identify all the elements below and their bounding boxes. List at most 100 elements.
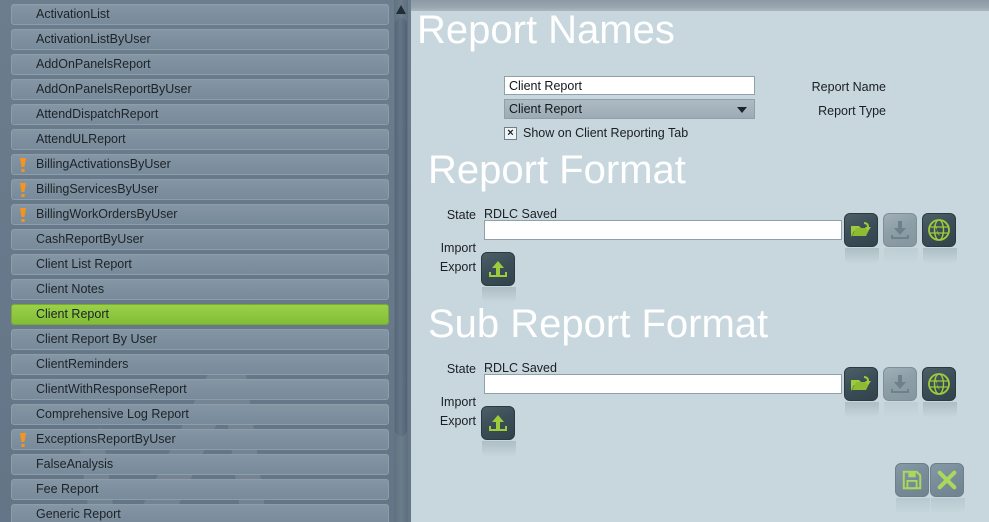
sub-report-format-state-value: RDLC Saved (484, 361, 557, 375)
show-on-client-tab-checkbox[interactable]: × Show on Client Reporting Tab (504, 126, 688, 140)
list-item[interactable]: Client Report (11, 304, 389, 325)
list-item[interactable]: Client Report By User (11, 329, 389, 350)
list-item-label: ActivationList (36, 7, 110, 21)
report-format-web-button[interactable] (922, 213, 957, 264)
triangle-up-icon[interactable] (395, 4, 407, 16)
icon-reflection (884, 248, 918, 264)
icon-reflection (923, 402, 957, 418)
list-item-label: Client List Report (36, 257, 132, 271)
icon-reflection (845, 248, 879, 264)
sub-report-format-title: Sub Report Format (428, 302, 769, 346)
attention-marker-icon (20, 158, 26, 172)
list-item[interactable]: ExceptionsReportByUser (11, 429, 389, 450)
attention-marker-icon (20, 183, 26, 197)
list-item[interactable]: CashReportByUser (11, 229, 389, 250)
list-item[interactable]: BillingActivationsByUser (11, 154, 389, 175)
list-item[interactable]: BillingServicesByUser (11, 179, 389, 200)
report-format-download-button[interactable] (883, 213, 918, 264)
sub-report-format-export-label: Export (439, 414, 476, 428)
icon-reflection (923, 248, 957, 264)
list-item-label: Client Report By User (36, 332, 157, 346)
report-type-value: Client Report (509, 102, 582, 116)
list-item-label: BillingActivationsByUser (36, 157, 171, 171)
checkbox-box: × (504, 126, 517, 140)
list-item[interactable]: Generic Report (11, 504, 389, 522)
floppy-disk-icon (902, 470, 922, 490)
report-format-import-label: Import (440, 241, 476, 255)
sub-report-format-web-button[interactable] (922, 367, 957, 418)
list-item[interactable]: Client List Report (11, 254, 389, 275)
close-x-icon (937, 470, 957, 490)
report-format-import-input[interactable] (484, 220, 842, 240)
list-item[interactable]: FalseAnalysis (11, 454, 389, 475)
save-button[interactable] (895, 463, 930, 514)
report-format-export-button[interactable] (481, 252, 516, 303)
list-item-label: Comprehensive Log Report (36, 407, 189, 421)
sub-report-format-export-button[interactable] (481, 406, 516, 457)
list-item-label: AddOnPanelsReportByUser (36, 82, 192, 96)
list-item-label: ClientReminders (36, 357, 129, 371)
list-item-label: AttendULReport (36, 132, 126, 146)
globe-icon (928, 373, 950, 395)
list-item[interactable]: AddOnPanelsReportByUser (11, 79, 389, 100)
icon-reflection (931, 498, 965, 514)
globe-icon (928, 219, 950, 241)
report-list-panel: ActivationList ActivationListByUser AddOnP… (0, 0, 411, 522)
report-format-state-label: State (446, 208, 476, 222)
icon-reflection (896, 498, 930, 514)
icon-reflection (845, 402, 879, 418)
scrollbar-thumb[interactable] (395, 18, 407, 436)
report-name-input[interactable] (504, 76, 755, 95)
list-item[interactable]: ClientWithResponseReport (11, 379, 389, 400)
list-item[interactable]: ClientReminders (11, 354, 389, 375)
list-item-label: ExceptionsReportByUser (36, 432, 176, 446)
sub-report-format-browse-button[interactable] (844, 367, 879, 418)
download-arrow-icon (891, 221, 909, 239)
icon-reflection (884, 402, 918, 418)
report-detail-panel: Report Names Report Name Report Type Cli… (411, 0, 989, 522)
list-item-label: Client Notes (36, 282, 105, 296)
list-item[interactable]: Comprehensive Log Report (11, 404, 389, 425)
sub-report-format-import-input[interactable] (484, 374, 842, 394)
list-item-label: ClientWithResponseReport (36, 382, 187, 396)
list-item-label: BillingServicesByUser (36, 182, 159, 196)
list-item[interactable]: Fee Report (11, 479, 389, 500)
list-item-label: BillingWorkOrdersByUser (36, 207, 178, 221)
upload-arrow-icon (489, 415, 507, 431)
report-name-label: Report Name (811, 80, 886, 94)
list-item[interactable]: Client Notes (11, 279, 389, 300)
list-item[interactable]: AttendDispatchReport (11, 104, 389, 125)
open-folder-icon (851, 376, 871, 391)
report-format-title: Report Format (428, 148, 686, 192)
list-item-label: FalseAnalysis (36, 457, 114, 471)
sub-report-format-state-label: State (446, 362, 476, 376)
chevron-down-icon (737, 107, 747, 113)
list-item-label: AddOnPanelsReport (36, 57, 151, 71)
report-names-title: Report Names (417, 8, 675, 52)
show-on-client-tab-label: Show on Client Reporting Tab (523, 126, 689, 140)
list-item[interactable]: ActivationListByUser (11, 29, 389, 50)
open-folder-icon (851, 222, 871, 237)
report-type-select[interactable]: Client Report (504, 99, 755, 119)
list-item[interactable]: ActivationList (11, 4, 389, 25)
list-item-label: ActivationListByUser (36, 32, 151, 46)
sub-report-format-download-button[interactable] (883, 367, 918, 418)
report-list-scrollbar[interactable] (394, 0, 408, 522)
attention-marker-icon (20, 208, 26, 222)
icon-reflection (482, 287, 516, 303)
list-item-label: Client Report (36, 307, 109, 321)
list-item-label: AttendDispatchReport (36, 107, 159, 121)
list-item-label: CashReportByUser (36, 232, 144, 246)
application-window: ActivationList ActivationListByUser AddOnP… (0, 0, 989, 522)
download-arrow-icon (891, 375, 909, 393)
list-item[interactable]: AttendULReport (11, 129, 389, 150)
report-format-state-value: RDLC Saved (484, 207, 557, 221)
report-type-label: Report Type (818, 104, 886, 118)
report-list[interactable]: ActivationList ActivationListByUser AddOnP… (0, 0, 392, 522)
list-item[interactable]: AddOnPanelsReport (11, 54, 389, 75)
list-item-label: Generic Report (36, 507, 121, 521)
cancel-button[interactable] (930, 463, 965, 514)
list-item[interactable]: BillingWorkOrdersByUser (11, 204, 389, 225)
sub-report-format-import-label: Import (440, 395, 476, 409)
report-format-browse-button[interactable] (844, 213, 879, 264)
